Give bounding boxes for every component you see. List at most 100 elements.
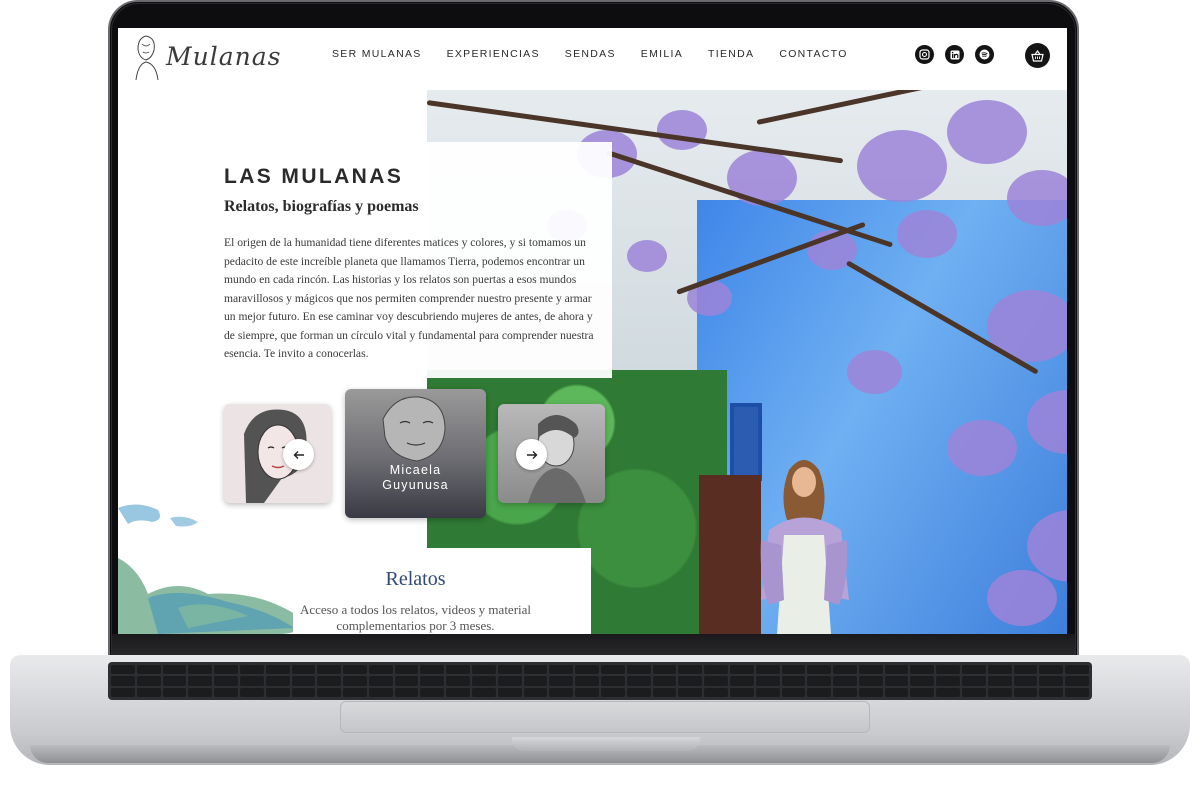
nav-ser-mulanas[interactable]: SER MULANAS: [332, 48, 422, 60]
keyboard-key: [858, 676, 883, 686]
carousel-card-portrait-1[interactable]: [224, 404, 331, 503]
keyboard-key: [291, 665, 316, 675]
basket-icon[interactable]: [1025, 43, 1050, 68]
blossom-cluster: [987, 570, 1057, 626]
keyboard-key: [265, 687, 290, 697]
keyboard-key: [239, 687, 264, 697]
keyboard-key: [136, 676, 161, 686]
keyboard-key: [265, 665, 290, 675]
keyboard-key: [368, 665, 393, 675]
keyboard-key: [472, 665, 496, 675]
keyboard-key: [729, 676, 754, 686]
keyboard-key: [884, 687, 909, 697]
blossom-cluster: [897, 210, 957, 258]
keyboard-key: [368, 687, 393, 697]
keyboard-key: [317, 687, 342, 697]
keyboard-key: [1065, 676, 1089, 686]
keyboard-key: [962, 676, 986, 686]
keyboard-key: [652, 687, 677, 697]
blossom-cluster: [947, 420, 1017, 476]
laptop-keyboard: [108, 662, 1092, 700]
keyboard-key: [446, 676, 471, 686]
portrait-drawing: [382, 396, 446, 462]
keyboard-key: [910, 687, 935, 697]
carousel-card-portrait-3[interactable]: [498, 404, 605, 503]
keyboard-key: [420, 676, 445, 686]
keyboard-key: [111, 687, 135, 697]
keyboard-key: [729, 665, 754, 675]
website-screen: Mulanas SER MULANAS EXPERIENCIAS SENDAS …: [118, 28, 1067, 634]
nav-emilia[interactable]: EMILIA: [641, 48, 683, 60]
keyboard-key: [368, 676, 393, 686]
keyboard-key: [910, 665, 935, 675]
keyboard-key: [833, 676, 857, 686]
keyboard-key: [1039, 676, 1064, 686]
linkedin-icon[interactable]: [945, 45, 964, 64]
page-title: LAS MULANAS: [224, 165, 404, 188]
blossom-cluster: [1007, 170, 1067, 226]
keyboard-key: [807, 665, 832, 675]
keyboard-key: [626, 665, 651, 675]
watercolor-map: [118, 504, 301, 634]
carousel-prev-button[interactable]: [283, 439, 314, 470]
keyboard-key: [781, 676, 806, 686]
spotify-icon[interactable]: [975, 45, 994, 64]
relatos-description: Acceso a todos los relatos, videos y mat…: [299, 602, 532, 633]
keyboard-key: [162, 676, 187, 686]
keyboard-key: [962, 687, 986, 697]
main-nav: SER MULANAS EXPERIENCIAS SENDAS EMILIA T…: [332, 48, 873, 60]
keyboard-key: [704, 665, 728, 675]
keyboard-key: [549, 676, 574, 686]
keyboard-key: [1013, 665, 1038, 675]
page-subtitle: Relatos, biografías y poemas: [224, 198, 419, 215]
keyboard-key: [523, 665, 548, 675]
nav-experiencias[interactable]: EXPERIENCIAS: [447, 48, 540, 60]
laptop-trackpad: [340, 701, 870, 733]
keyboard-key: [523, 687, 548, 697]
logo[interactable]: Mulanas: [130, 32, 280, 84]
arrow-right-icon: [526, 450, 537, 459]
keyboard-key: [704, 676, 728, 686]
keyboard-key: [678, 665, 703, 675]
nav-tienda[interactable]: TIENDA: [708, 48, 754, 60]
keyboard-key: [755, 665, 780, 675]
keyboard-key: [497, 676, 522, 686]
keyboard-key: [343, 687, 367, 697]
keyboard-key: [755, 676, 780, 686]
nav-contacto[interactable]: CONTACTO: [779, 48, 847, 60]
keyboard-key: [910, 676, 935, 686]
keyboard-key: [575, 665, 599, 675]
keyboard-key: [549, 687, 574, 697]
arrow-left-icon: [293, 450, 304, 459]
card-name: Micaela Guyunusa: [382, 463, 449, 492]
logo-text: Mulanas: [166, 42, 282, 71]
keyboard-key: [729, 687, 754, 697]
blossom-cluster: [857, 130, 947, 202]
carousel-next-button[interactable]: [516, 439, 547, 470]
keyboard-key: [239, 665, 264, 675]
keyboard-key: [446, 687, 471, 697]
social-links: [915, 45, 994, 64]
keyboard-key: [833, 687, 857, 697]
keyboard-key: [807, 687, 832, 697]
keyboard-key: [962, 665, 986, 675]
keyboard-key: [652, 676, 677, 686]
keyboard-key: [188, 687, 213, 697]
keyboard-key: [704, 687, 728, 697]
keyboard-key: [858, 665, 883, 675]
portrait-illustration: [244, 409, 307, 503]
keyboard-key: [755, 687, 780, 697]
woman-figure: [760, 460, 849, 634]
keyboard-key: [420, 687, 445, 697]
keyboard-key: [936, 687, 961, 697]
keyboard-key: [214, 687, 238, 697]
keyboard-key: [111, 676, 135, 686]
keyboard-key: [317, 676, 342, 686]
instagram-icon[interactable]: [915, 45, 934, 64]
keyboard-key: [111, 665, 135, 675]
keyboard-key: [626, 687, 651, 697]
keyboard-key: [601, 665, 625, 675]
nav-sendas[interactable]: SENDAS: [565, 48, 616, 60]
carousel-card-active[interactable]: Micaela Guyunusa: [345, 389, 486, 518]
keyboard-key: [601, 676, 625, 686]
